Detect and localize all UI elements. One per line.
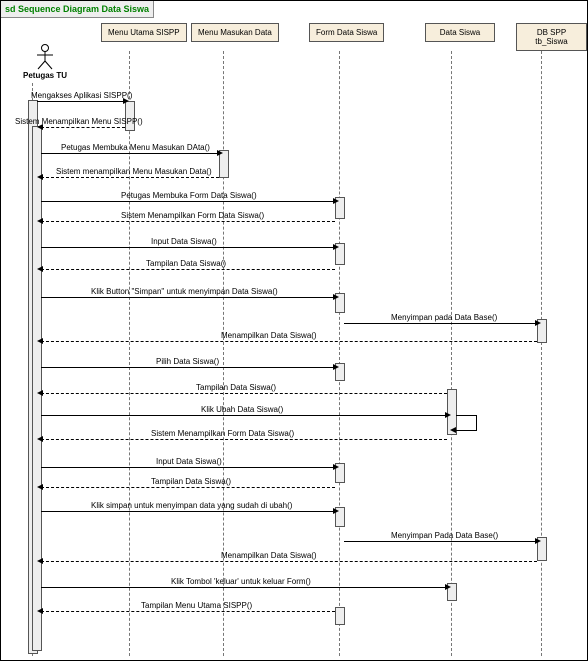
message-label: Tampilan Data Siswa() xyxy=(151,477,231,486)
message-label: Menyimpan pada Data Base() xyxy=(391,313,497,322)
self-message xyxy=(456,415,477,431)
message-label: Klik Tombol 'keluar' untuk keluar Form() xyxy=(171,577,311,586)
message-arrow xyxy=(344,323,537,324)
lifeline-data-siswa: Data Siswa xyxy=(425,23,495,42)
message-arrow xyxy=(41,587,447,588)
message-label: Input Data Siswa() xyxy=(151,237,217,246)
lifeline-line xyxy=(451,51,452,656)
message-label: Pilih Data Siswa() xyxy=(156,357,219,366)
activation-bar xyxy=(335,607,345,625)
actor-petugas-tu: Petugas TU xyxy=(23,44,67,80)
message-label: Tampilan Menu Utama SISPP() xyxy=(141,601,252,610)
lifeline-line xyxy=(541,51,542,656)
message-arrow xyxy=(41,511,335,512)
message-arrow xyxy=(41,269,335,270)
message-arrow xyxy=(41,177,219,178)
message-label: Klik Button "Simpan" untuk menyimpan Dat… xyxy=(91,287,278,296)
message-label: Mengakses Aplikasi SISPP() xyxy=(31,91,132,100)
message-label: Menyimpan Pada Data Base() xyxy=(391,531,498,540)
message-label: Klik Ubah Data Siswa() xyxy=(201,405,283,414)
actor-label: Petugas TU xyxy=(23,71,67,80)
arrowhead-icon xyxy=(535,538,541,544)
arrowhead-icon xyxy=(445,584,451,590)
sequence-diagram: sd Sequence Diagram Data Siswa { "title"… xyxy=(0,0,588,661)
message-label: Sistem menampilkan Menu Masukan Data() xyxy=(56,167,212,176)
arrowhead-icon xyxy=(123,98,129,104)
arrowhead-icon xyxy=(37,608,43,614)
diagram-title: sd Sequence Diagram Data Siswa xyxy=(1,1,154,18)
activation-bar xyxy=(125,101,135,131)
message-arrow xyxy=(41,153,219,154)
arrowhead-icon xyxy=(37,338,43,344)
message-label: Menampilkan Data Siswa() xyxy=(221,331,317,340)
arrowhead-icon xyxy=(37,266,43,272)
message-arrow xyxy=(41,467,335,468)
lifeline-form-data: Form Data Siswa xyxy=(309,23,384,42)
lifeline-menu-utama: Menu Utama SISPP xyxy=(101,23,187,42)
lifeline-line xyxy=(129,51,130,656)
message-label: Petugas Membuka Menu Masukan DAta() xyxy=(61,143,210,152)
message-label: Sistem Menampilkan Form Data Siswa() xyxy=(151,429,294,438)
arrowhead-icon xyxy=(37,174,43,180)
message-arrow xyxy=(41,487,335,488)
message-arrow xyxy=(41,561,537,562)
message-arrow xyxy=(41,201,335,202)
message-arrow xyxy=(41,393,447,394)
lifeline-line xyxy=(223,51,224,656)
message-arrow xyxy=(41,247,335,248)
message-arrow xyxy=(41,611,335,612)
arrowhead-icon xyxy=(333,464,339,470)
arrowhead-icon xyxy=(37,436,43,442)
arrowhead-icon xyxy=(37,124,43,130)
arrowhead-icon xyxy=(37,484,43,490)
arrowhead-icon xyxy=(37,390,43,396)
message-arrow xyxy=(37,101,125,102)
lifeline-db-spp: DB SPP tb_Siswa xyxy=(516,23,587,51)
arrowhead-icon xyxy=(37,558,43,564)
arrowhead-icon xyxy=(535,320,541,326)
arrowhead-icon xyxy=(333,364,339,370)
message-label: Input Data Siswa() xyxy=(156,457,222,466)
message-label: Petugas Membuka Form Data Siswa() xyxy=(121,191,257,200)
message-arrow xyxy=(41,341,537,342)
lifeline-line xyxy=(339,51,340,656)
arrowhead-icon xyxy=(445,412,451,418)
message-arrow xyxy=(344,541,537,542)
lifeline-menu-masukan: Menu Masukan Data xyxy=(191,23,279,42)
message-label: Menampilkan Data Siswa() xyxy=(221,551,317,560)
message-label: Tampilan Data Siswa() xyxy=(146,259,226,268)
message-arrow xyxy=(41,221,335,222)
message-arrow xyxy=(41,415,447,416)
message-arrow xyxy=(41,297,335,298)
activation-bar xyxy=(32,126,42,651)
message-arrow xyxy=(41,127,125,128)
arrowhead-icon xyxy=(217,150,223,156)
stick-figure-icon xyxy=(36,44,54,70)
arrowhead-icon xyxy=(333,244,339,250)
arrowhead-icon xyxy=(333,294,339,300)
arrowhead-icon xyxy=(333,198,339,204)
arrowhead-icon xyxy=(333,508,339,514)
arrowhead-icon xyxy=(37,218,43,224)
message-label: Klik simpan untuk menyimpan data yang su… xyxy=(91,501,292,510)
message-arrow xyxy=(41,367,335,368)
message-label: Sistem Menampilkan Menu SISPP() xyxy=(15,117,143,126)
message-arrow xyxy=(41,439,447,440)
message-label: Tampilan Data Siswa() xyxy=(196,383,276,392)
message-label: Sistem Menampilkan Form Data Siswa() xyxy=(121,211,264,220)
